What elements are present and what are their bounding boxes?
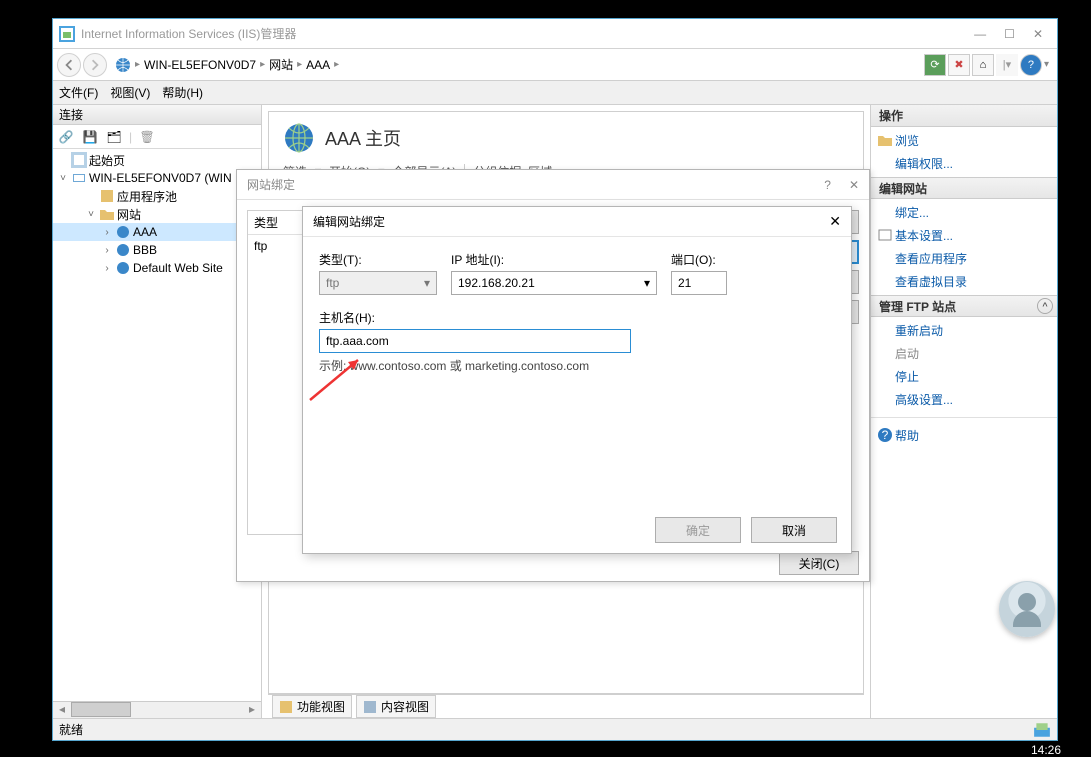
tab-content[interactable]: 内容视图 bbox=[356, 695, 436, 718]
menu-file[interactable]: 文件(F) bbox=[59, 84, 98, 101]
host-input[interactable] bbox=[319, 329, 631, 353]
eb-title: 编辑网站绑定 bbox=[313, 213, 385, 230]
connections-toolbar: 🔗 💾 🗂 | 🗑 bbox=[53, 125, 261, 149]
action-basic-settings[interactable]: 基本设置... bbox=[877, 224, 1051, 247]
edit-binding-dialog: 编辑网站绑定 ✕ 类型(T): ftp▾ IP 地址(I): 192.168.2… bbox=[302, 206, 852, 554]
assistant-avatar[interactable] bbox=[999, 581, 1055, 637]
action-edit-permissions[interactable]: 编辑权限... bbox=[877, 152, 1051, 175]
bc-sites[interactable]: 网站 bbox=[269, 56, 293, 73]
status-text: 就绪 bbox=[59, 721, 83, 738]
status-icon bbox=[1033, 721, 1051, 739]
clock: 14:26 bbox=[1031, 743, 1061, 757]
tree-site-aaa[interactable]: ›AAA bbox=[53, 223, 261, 241]
content-icon bbox=[363, 700, 377, 714]
help-icon[interactable]: ? bbox=[1020, 54, 1042, 76]
nav-sep: |▾ bbox=[996, 54, 1018, 76]
ftp-header: 管理 FTP 站点^ bbox=[871, 295, 1057, 317]
menu-view[interactable]: 视图(V) bbox=[110, 84, 150, 101]
status-bar: 就绪 bbox=[53, 718, 1057, 740]
up-icon[interactable]: 🗂 bbox=[105, 128, 123, 146]
window-close[interactable]: ✕ bbox=[1033, 27, 1043, 41]
actions-header: 操作 bbox=[871, 105, 1057, 127]
sb-title: 网站绑定 bbox=[247, 176, 295, 193]
port-label: 端口(O): bbox=[671, 251, 727, 268]
view-tabs: 功能视图 内容视图 bbox=[268, 694, 864, 718]
features-icon bbox=[279, 700, 293, 714]
svg-text:?: ? bbox=[882, 428, 889, 442]
site-globe-icon bbox=[283, 122, 315, 154]
tree-server[interactable]: ˅WIN-EL5EFONV0D7 (WIN bbox=[53, 169, 261, 187]
tree-sites[interactable]: ˅网站 bbox=[53, 205, 261, 223]
tree-start[interactable]: 起始页 bbox=[53, 151, 261, 169]
action-restart[interactable]: 重新启动 bbox=[877, 319, 1051, 342]
action-start: 启动 bbox=[877, 342, 1051, 365]
sb-help[interactable]: ? bbox=[824, 178, 831, 192]
action-view-apps[interactable]: 查看应用程序 bbox=[877, 247, 1051, 270]
menu-bar: 文件(F) 视图(V) 帮助(H) bbox=[53, 81, 1057, 105]
save-icon[interactable]: 💾 bbox=[81, 128, 99, 146]
port-input[interactable] bbox=[671, 271, 727, 295]
edit-site-header: 编辑网站 bbox=[871, 177, 1057, 199]
delete-icon[interactable]: 🗑 bbox=[138, 128, 156, 146]
window-maximize[interactable]: ☐ bbox=[1004, 27, 1015, 41]
action-bindings[interactable]: 绑定... bbox=[877, 201, 1051, 224]
connections-header: 连接 bbox=[53, 105, 261, 125]
connections-tree[interactable]: 起始页 ˅WIN-EL5EFONV0D7 (WIN 应用程序池 ˅网站 ›AAA… bbox=[53, 149, 261, 701]
stop-icon[interactable]: ✖ bbox=[948, 54, 970, 76]
action-view-vdirs[interactable]: 查看虚拟目录 bbox=[877, 270, 1051, 293]
collapse-icon[interactable]: ^ bbox=[1037, 298, 1053, 314]
ip-select[interactable]: 192.168.20.21▾ bbox=[451, 271, 657, 295]
eb-close-icon[interactable]: ✕ bbox=[829, 213, 841, 230]
sb-close-button[interactable]: 关闭(C) bbox=[779, 551, 859, 575]
host-label: 主机名(H): bbox=[319, 309, 835, 326]
sb-close[interactable]: ✕ bbox=[849, 178, 859, 192]
taskbar: 14:26 bbox=[0, 743, 1091, 757]
action-browse[interactable]: 浏览 bbox=[877, 129, 1051, 152]
window-title: Internet Information Services (IIS)管理器 bbox=[81, 25, 974, 42]
cancel-button[interactable]: 取消 bbox=[751, 517, 837, 543]
nav-bar: ▸ WIN-EL5EFONV0D7 ▸ 网站 ▸ AAA ▸ ⟳ ✖ ⌂ |▾ … bbox=[53, 49, 1057, 81]
refresh-icon[interactable]: ⟳ bbox=[924, 54, 946, 76]
nav-forward[interactable] bbox=[83, 53, 107, 77]
breadcrumb[interactable]: ▸ WIN-EL5EFONV0D7 ▸ 网站 ▸ AAA ▸ bbox=[115, 56, 924, 73]
globe-icon bbox=[115, 57, 131, 73]
col-type: 类型 bbox=[248, 211, 308, 234]
type-label: 类型(T): bbox=[319, 251, 437, 268]
tree-site-default[interactable]: ›Default Web Site bbox=[53, 259, 261, 277]
type-select: ftp▾ bbox=[319, 271, 437, 295]
menu-help[interactable]: 帮助(H) bbox=[162, 84, 203, 101]
home-icon[interactable]: ⌂ bbox=[972, 54, 994, 76]
action-help[interactable]: ?帮助 bbox=[877, 424, 1051, 447]
action-advanced[interactable]: 高级设置... bbox=[877, 388, 1051, 411]
connect-icon[interactable]: 🔗 bbox=[57, 128, 75, 146]
tab-features[interactable]: 功能视图 bbox=[272, 695, 352, 718]
nav-back[interactable] bbox=[57, 53, 81, 77]
host-hint: 示例: www.contoso.com 或 marketing.contoso.… bbox=[319, 357, 835, 374]
left-scrollbar[interactable]: ◂▸ bbox=[53, 701, 261, 718]
ip-label: IP 地址(I): bbox=[451, 251, 657, 268]
ok-button[interactable]: 确定 bbox=[655, 517, 741, 543]
window-titlebar: Internet Information Services (IIS)管理器 —… bbox=[53, 19, 1057, 49]
bc-site[interactable]: AAA bbox=[306, 58, 330, 72]
window-minimize[interactable]: — bbox=[974, 27, 986, 41]
action-stop[interactable]: 停止 bbox=[877, 365, 1051, 388]
iis-icon bbox=[59, 26, 75, 42]
page-title: AAA 主页 bbox=[325, 125, 401, 151]
bc-server[interactable]: WIN-EL5EFONV0D7 bbox=[144, 58, 256, 72]
tree-app-pools[interactable]: 应用程序池 bbox=[53, 187, 261, 205]
tree-site-bbb[interactable]: ›BBB bbox=[53, 241, 261, 259]
